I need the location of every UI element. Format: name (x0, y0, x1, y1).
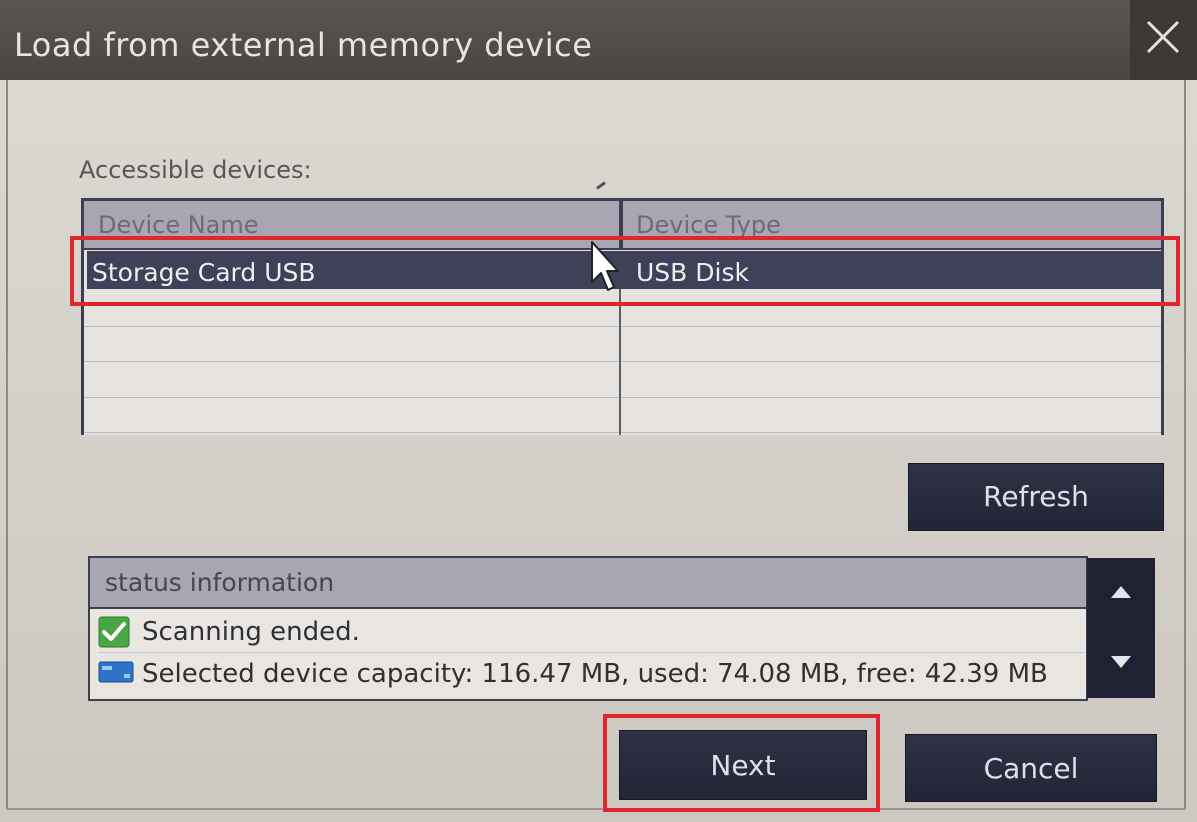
column-divider (619, 289, 621, 435)
frame-left-border (6, 80, 8, 810)
close-icon (1146, 20, 1180, 54)
device-table[interactable]: Device Name Device Type Storage Card USB… (81, 198, 1164, 435)
title-bar: Load from external memory device (0, 0, 1197, 80)
status-scrollbar[interactable] (1087, 558, 1155, 698)
row-divider (84, 397, 1161, 398)
status-header: status information (90, 558, 1086, 609)
status-header-label: status information (105, 568, 335, 597)
row-divider (84, 432, 1161, 433)
check-icon (98, 616, 130, 648)
row-highlight-annotation (70, 236, 1180, 306)
scroll-up-button[interactable] (1087, 558, 1155, 628)
next-highlight-annotation (603, 714, 880, 812)
refresh-button-label: Refresh (983, 480, 1089, 513)
status-message-text: Scanning ended. (142, 617, 360, 647)
close-button[interactable] (1130, 0, 1197, 80)
accessible-devices-label: Accessible devices: (79, 156, 312, 184)
screen-smudge (596, 181, 606, 190)
status-list-item: Selected device capacity: 116.47 MB, use… (98, 654, 1084, 694)
column-header-device-type[interactable]: Device Type (636, 211, 781, 239)
cancel-button-label: Cancel (983, 752, 1079, 785)
storage-device-icon (98, 661, 134, 683)
window-title: Load from external memory device (14, 26, 593, 64)
scroll-down-button[interactable] (1087, 628, 1155, 698)
scroll-down-icon (1111, 656, 1131, 668)
frame-right-border (1184, 80, 1186, 810)
dialog-window: Load from external memory device Accessi… (0, 0, 1197, 822)
status-information-panel: status information Scanning ended. Selec… (88, 556, 1088, 701)
row-divider (84, 361, 1161, 362)
row-divider (84, 326, 1161, 327)
cancel-button[interactable]: Cancel (905, 734, 1157, 802)
status-list-item: Scanning ended. (98, 612, 1084, 653)
column-header-device-name[interactable]: Device Name (98, 211, 259, 239)
frame-bottom-border (6, 808, 1186, 810)
refresh-button[interactable]: Refresh (908, 463, 1164, 531)
status-message-text: Selected device capacity: 116.47 MB, use… (142, 659, 1048, 689)
scroll-up-icon (1111, 586, 1131, 598)
